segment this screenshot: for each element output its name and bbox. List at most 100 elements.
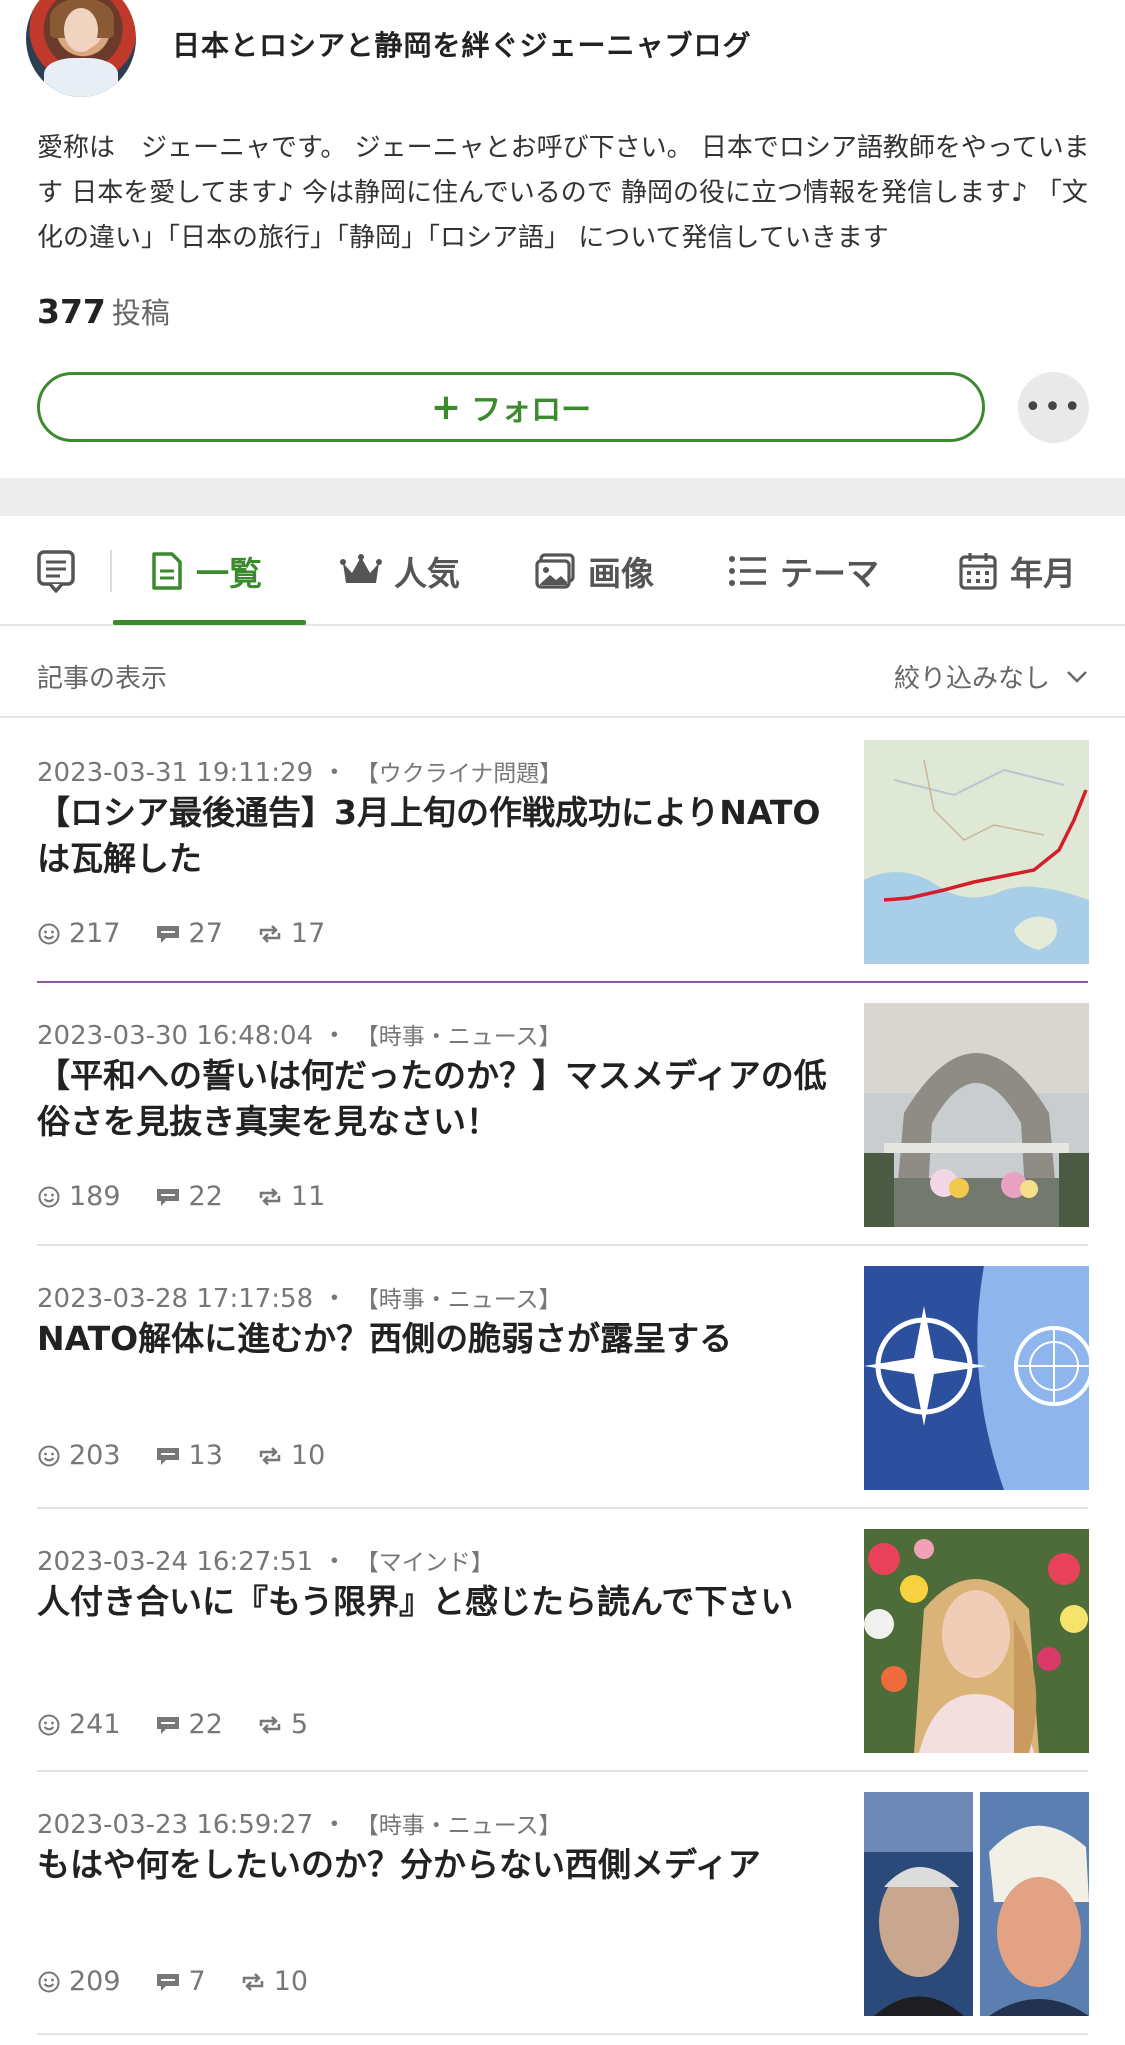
like-stat: 209	[37, 1966, 121, 1997]
reblog-icon	[259, 1187, 281, 1206]
article-thumbnail[interactable]	[864, 1003, 1089, 1227]
tab-label: 一覧	[196, 554, 262, 593]
like-count: 241	[69, 1709, 121, 1740]
article-meta: 2023-03-24 16:27:51 ・ 【マインド】	[37, 1541, 494, 1578]
comment-stat: 22	[155, 1181, 223, 1212]
filter-dropdown[interactable]: 絞り込みなし	[894, 658, 1088, 695]
tab-archive[interactable]: 年月	[958, 516, 1076, 626]
article-stats: 209 7 10	[37, 1966, 342, 1997]
portrait-image	[864, 1529, 1089, 1753]
memorial-image	[864, 1003, 1089, 1227]
article-thumbnail[interactable]	[864, 1792, 1089, 2016]
meta-separator: ・	[321, 1810, 348, 1840]
comment-icon	[156, 1188, 179, 1206]
like-count: 189	[69, 1181, 121, 1212]
blog-title[interactable]: 日本とロシアと静岡を絆ぐジェーニャブログ	[172, 24, 751, 64]
reblog-count: 11	[290, 1181, 326, 1212]
reblog-stat: 17	[257, 918, 325, 949]
article-thumbnail[interactable]	[864, 1529, 1089, 1753]
comment-icon	[156, 1716, 179, 1734]
article-meta: 2023-03-23 16:59:27 ・ 【時事・ニュース】	[37, 1804, 562, 1841]
smile-icon	[38, 1714, 60, 1735]
article-theme[interactable]: 【マインド】	[356, 1550, 494, 1576]
like-count: 217	[69, 918, 121, 949]
reblog-stat: 10	[257, 1440, 325, 1471]
like-count: 203	[69, 1440, 121, 1471]
article-thumbnail[interactable]	[864, 740, 1089, 964]
reblog-icon	[242, 1972, 263, 1991]
article-theme[interactable]: 【時事・ニュース】	[356, 1024, 562, 1050]
profile-header: 日本とロシアと静岡を絆ぐジェーニャブログ	[0, 0, 1125, 120]
active-tab-indicator	[113, 620, 306, 625]
follow-button[interactable]: + フォロー	[37, 372, 985, 442]
comment-count: 22	[188, 1709, 223, 1740]
comment-count: 7	[188, 1966, 206, 1997]
comment-count: 27	[188, 918, 223, 949]
smile-icon	[38, 1971, 60, 1992]
crown-icon	[340, 554, 382, 583]
meta-separator: ・	[321, 1021, 348, 1051]
article-title[interactable]: 人付き合いに『もう限界』と感じたら読んで下さい	[37, 1579, 837, 1625]
meta-separator: ・	[321, 1547, 348, 1577]
tab-bar: 一覧 人気 画像 テーマ 年月	[0, 516, 1125, 626]
smile-icon	[38, 923, 60, 944]
tab-label: 年月	[1010, 554, 1076, 593]
article-stats: 189 22 11	[37, 1181, 359, 1212]
article-thumbnail[interactable]	[864, 1266, 1089, 1490]
like-stat: 241	[37, 1709, 121, 1740]
like-stat: 203	[37, 1440, 121, 1471]
filter-label: 記事の表示	[37, 664, 168, 694]
plus-icon: +	[430, 386, 462, 428]
article-item[interactable]: 2023-03-28 17:17:58 ・ 【時事・ニュース】 NATO解体に進…	[0, 1246, 1125, 1509]
article-date: 2023-03-24 16:27:51	[37, 1547, 314, 1577]
tab-label: テーマ	[780, 554, 879, 593]
comment-icon	[156, 925, 179, 943]
tab-divider	[110, 550, 112, 592]
reblog-icon	[259, 1446, 281, 1465]
comment-count: 13	[188, 1440, 223, 1471]
image-icon	[535, 553, 575, 589]
reblog-stat: 11	[257, 1181, 325, 1212]
article-title[interactable]: もはや何をしたいのか？分からない西側メディア	[37, 1842, 837, 1888]
tab-label: 画像	[588, 554, 654, 593]
reblog-count: 17	[290, 918, 326, 949]
post-count: 377 投稿	[37, 290, 170, 332]
tab-article-view[interactable]	[36, 516, 88, 626]
avatar[interactable]	[26, 0, 136, 97]
like-count: 209	[69, 1966, 121, 1997]
article-theme[interactable]: 【時事・ニュース】	[356, 1813, 562, 1839]
comment-count: 22	[188, 1181, 223, 1212]
article-meta: 2023-03-28 17:17:58 ・ 【時事・ニュース】	[37, 1278, 562, 1315]
article-title[interactable]: 【ロシア最後通告】3月上旬の作戦成功によりNATOは瓦解した	[37, 790, 837, 882]
meta-separator: ・	[321, 758, 348, 788]
reblog-count: 10	[273, 1966, 309, 1997]
article-theme[interactable]: 【時事・ニュース】	[356, 1287, 562, 1313]
tab-popular[interactable]: 人気	[340, 516, 460, 626]
tab-images[interactable]: 画像	[534, 516, 654, 626]
article-item[interactable]: 2023-03-31 19:11:29 ・ 【ウクライナ問題】 【ロシア最後通告…	[0, 720, 1125, 983]
reblog-stat: 10	[240, 1966, 308, 1997]
article-stats: 217 27 17	[37, 918, 359, 949]
article-item[interactable]: 2023-03-24 16:27:51 ・ 【マインド】 人付き合いに『もう限界…	[0, 1509, 1125, 1772]
article-date: 2023-03-30 16:48:04	[37, 1021, 314, 1051]
article-list-icon	[37, 550, 75, 593]
tab-list[interactable]: 一覧	[150, 516, 262, 626]
more-options-button[interactable]: •••	[1018, 372, 1089, 443]
article-title[interactable]: 【平和への誓いは何だったのか？】マスメディアの低俗さを見抜き真実を見なさい！	[37, 1053, 837, 1145]
article-title[interactable]: NATO解体に進むか？西側の脆弱さが露呈する	[37, 1316, 837, 1362]
article-item[interactable]: 2023-03-23 16:59:27 ・ 【時事・ニュース】 もはや何をしたい…	[0, 1772, 1125, 2035]
article-stats: 241 22 5	[37, 1709, 342, 1740]
filter-selected-value: 絞り込みなし	[893, 664, 1050, 694]
article-meta: 2023-03-31 19:11:29 ・ 【ウクライナ問題】	[37, 752, 562, 789]
list-icon	[729, 556, 766, 586]
tab-themes[interactable]: テーマ	[728, 516, 879, 626]
article-separator	[37, 2033, 1088, 2035]
article-theme[interactable]: 【ウクライナ問題】	[356, 761, 563, 787]
article-date: 2023-03-23 16:59:27	[37, 1810, 314, 1840]
comment-stat: 22	[155, 1709, 223, 1740]
smile-icon	[38, 1445, 60, 1466]
two-men-image	[864, 1792, 1089, 2016]
map-image	[864, 740, 1089, 964]
comment-stat: 7	[155, 1966, 206, 1997]
article-item[interactable]: 2023-03-30 16:48:04 ・ 【時事・ニュース】 【平和への誓いは…	[0, 983, 1125, 1246]
